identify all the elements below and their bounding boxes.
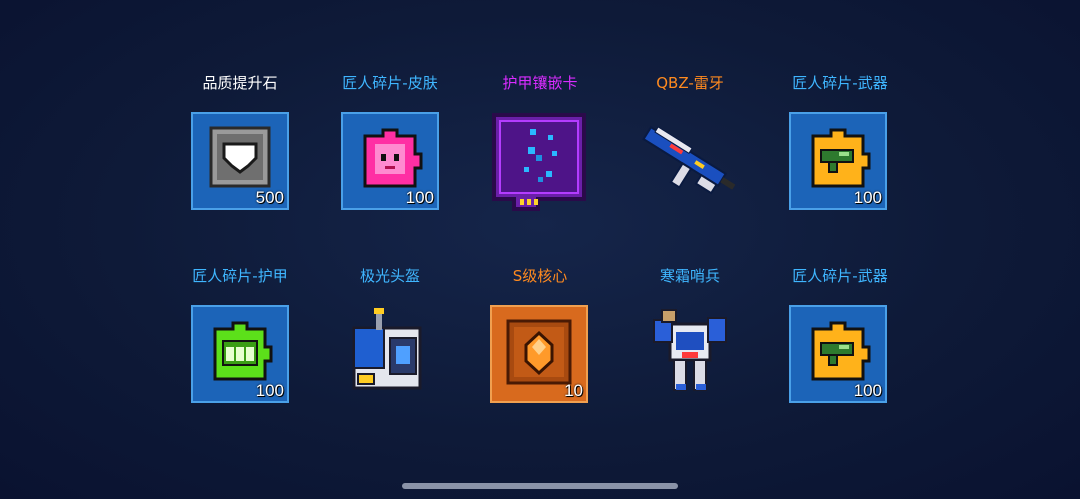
- item-quantity: 100: [405, 188, 434, 207]
- item-quantity: 100: [853, 188, 882, 207]
- reward-item[interactable]: 极光头盔: [315, 264, 465, 409]
- reward-item[interactable]: 寒霜哨兵: [615, 264, 765, 409]
- home-indicator[interactable]: [402, 483, 678, 489]
- item-name: 极光头盔: [359, 267, 420, 285]
- item-name: 匠人碎片-武器: [792, 74, 888, 92]
- item-name: S级核心: [512, 267, 568, 285]
- item-name: 匠人碎片-皮肤: [342, 74, 438, 92]
- reward-item[interactable]: 匠人碎片-护甲 100: [165, 264, 315, 409]
- item-tile[interactable]: 10: [490, 305, 588, 403]
- reward-item[interactable]: 匠人碎片-皮肤 100: [315, 71, 465, 216]
- item-tile[interactable]: 100: [341, 112, 439, 210]
- item-quantity: 100: [853, 381, 882, 400]
- armor-inlay-card-icon: [492, 113, 586, 211]
- item-name: 匠人碎片-护甲: [192, 267, 288, 285]
- item-quantity: 10: [564, 381, 583, 400]
- helmet-icon: [352, 308, 422, 390]
- reward-item[interactable]: S级核心 10: [465, 264, 615, 409]
- reward-item[interactable]: 匠人碎片-武器 100: [765, 264, 915, 409]
- rifle-icon: [642, 125, 736, 195]
- reward-grid: 品质提升石 500 匠人碎片-皮肤 100 护甲镶嵌卡 QBZ-雷牙 匠人碎片-…: [0, 0, 1080, 499]
- item-tile[interactable]: 100: [789, 112, 887, 210]
- item-name: 寒霜哨兵: [659, 267, 720, 285]
- reward-item[interactable]: QBZ-雷牙: [615, 71, 765, 216]
- item-name: 匠人碎片-武器: [792, 267, 888, 285]
- item-quantity: 100: [255, 381, 284, 400]
- item-name: QBZ-雷牙: [656, 74, 724, 92]
- item-quantity: 500: [255, 188, 284, 207]
- frost-sentinel-icon: [653, 309, 727, 391]
- item-name: 品质提升石: [202, 74, 278, 92]
- item-tile[interactable]: 100: [789, 305, 887, 403]
- item-name: 护甲镶嵌卡: [502, 74, 578, 92]
- reward-item[interactable]: 护甲镶嵌卡: [465, 71, 615, 216]
- item-tile[interactable]: 100: [191, 305, 289, 403]
- reward-item[interactable]: 匠人碎片-武器 100: [765, 71, 915, 216]
- item-tile[interactable]: 500: [191, 112, 289, 210]
- reward-item[interactable]: 品质提升石 500: [165, 71, 315, 216]
